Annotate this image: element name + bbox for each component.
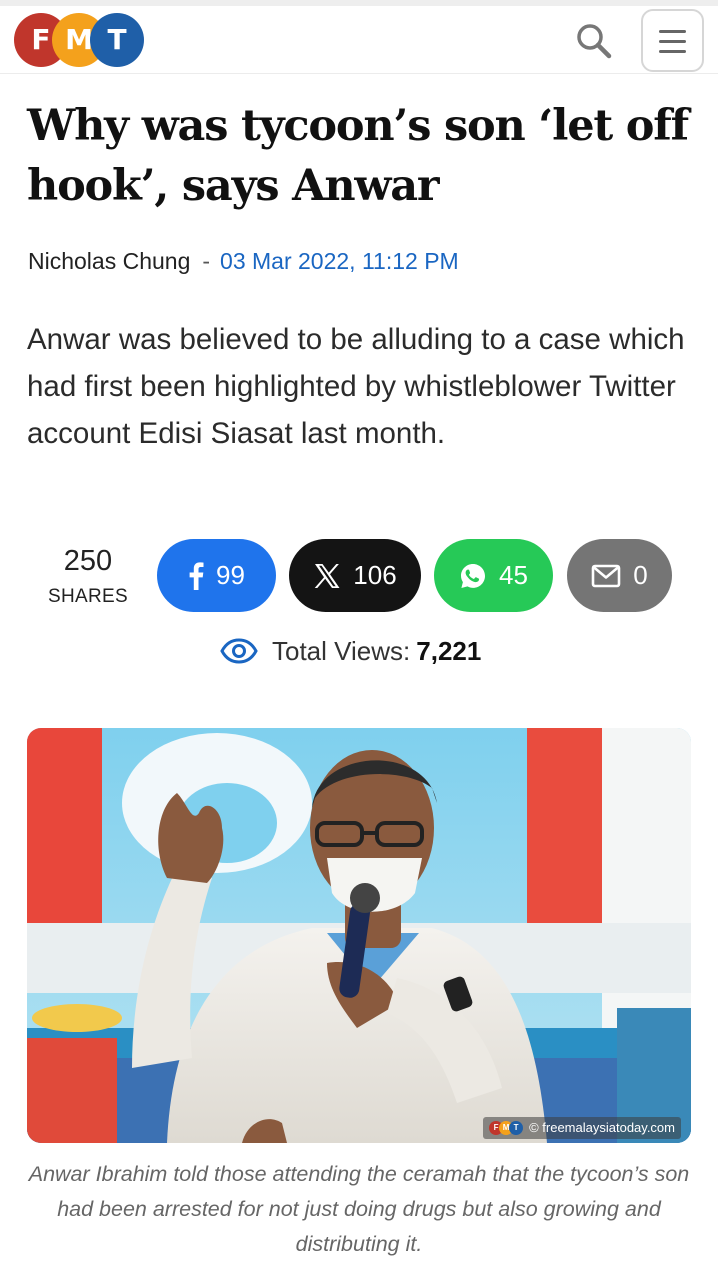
mini-logo-letter-t: T xyxy=(509,1121,524,1135)
fmt-mini-logo: F M T xyxy=(489,1121,524,1135)
email-share-button[interactable]: 0 xyxy=(567,539,672,612)
email-share-count: 0 xyxy=(633,560,648,590)
article-headline: Why was tycoon’s son ‘let off hook’, say… xyxy=(27,101,689,211)
article-lede: Anwar was believed to be alluding to a c… xyxy=(27,323,685,450)
views-count: 7,221 xyxy=(416,635,482,666)
whatsapp-share-button[interactable]: 45 xyxy=(434,539,553,612)
eye-icon xyxy=(220,638,258,664)
photo-illustration xyxy=(27,728,691,1143)
x-icon xyxy=(313,562,341,590)
x-share-button[interactable]: 106 xyxy=(289,539,421,612)
whatsapp-icon xyxy=(459,562,487,590)
share-count: 250 SHARES xyxy=(40,544,136,610)
search-icon xyxy=(577,24,612,59)
article-photo[interactable]: F M T © freemalaysiatoday.com xyxy=(27,728,691,1143)
whatsapp-share-count: 45 xyxy=(499,560,528,590)
share-label: SHARES xyxy=(48,586,128,607)
publish-date: 03 Mar 2022, 11:12 PM xyxy=(220,248,459,274)
photo-caption: Anwar Ibrahim told those attending the c… xyxy=(28,1162,690,1256)
site-header: F M T xyxy=(0,6,718,74)
fmt-logo[interactable]: F M T xyxy=(14,13,154,67)
byline-separator: - xyxy=(202,248,211,274)
photo-credit: F M T © freemalaysiatoday.com xyxy=(483,1117,681,1139)
views-label: Total Views: xyxy=(272,635,411,666)
byline: Nicholas Chung -03 Mar 2022, 11:12 PM xyxy=(28,248,459,278)
photo-credit-text: © freemalaysiatoday.com xyxy=(529,1120,675,1135)
x-share-count: 106 xyxy=(353,560,397,590)
facebook-icon xyxy=(188,561,204,590)
facebook-share-count: 99 xyxy=(216,560,245,590)
menu-button[interactable] xyxy=(641,9,704,72)
logo-letter-t: T xyxy=(90,13,144,67)
share-total: 250 xyxy=(63,545,113,577)
total-views: Total Views: 7,221 xyxy=(220,632,481,670)
search-button[interactable] xyxy=(573,20,615,62)
author-link[interactable]: Nicholas Chung xyxy=(28,248,190,274)
mail-icon xyxy=(591,564,621,588)
facebook-share-button[interactable]: 99 xyxy=(157,539,276,612)
